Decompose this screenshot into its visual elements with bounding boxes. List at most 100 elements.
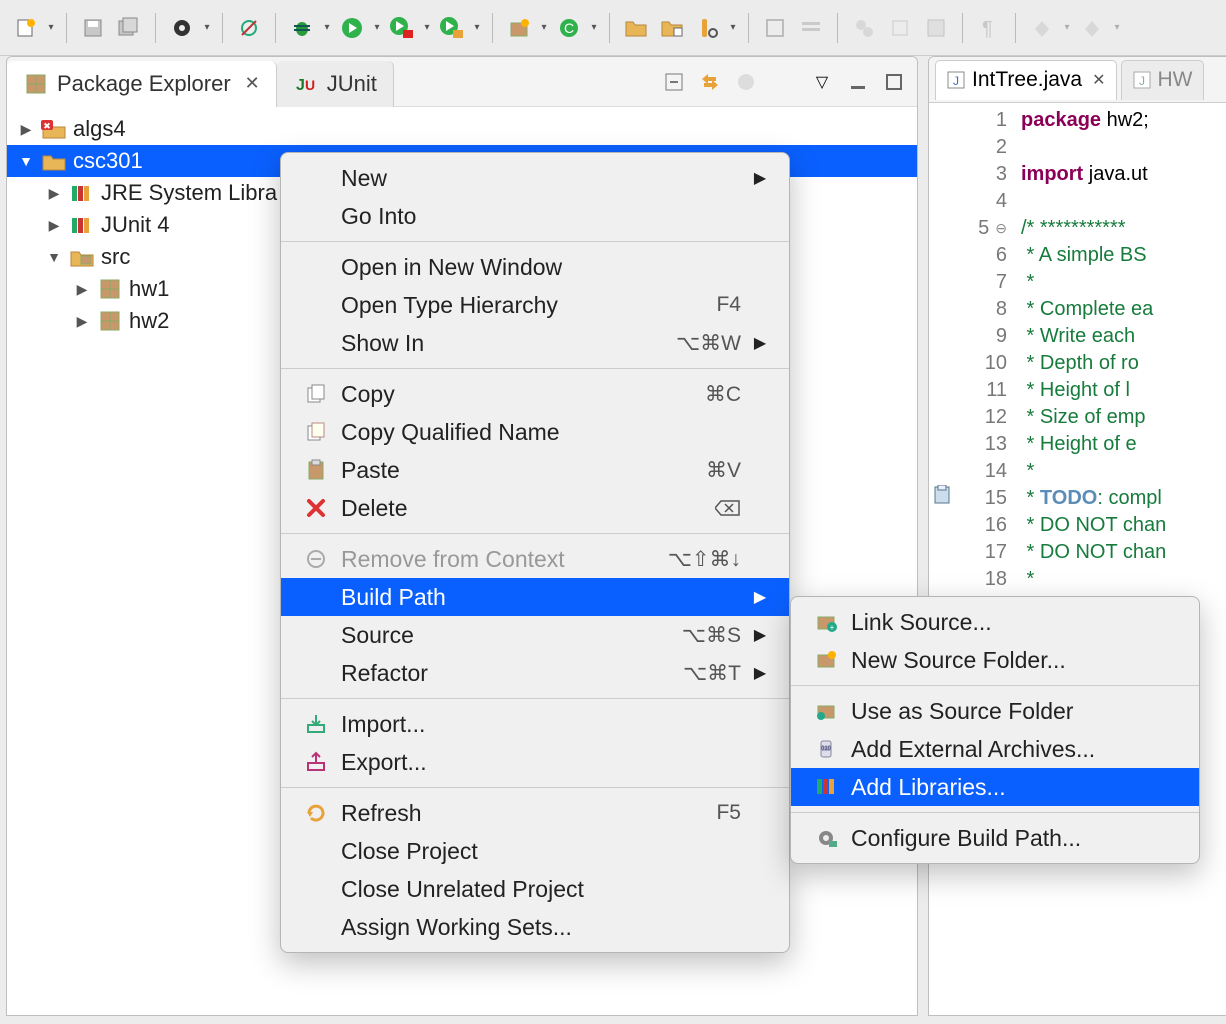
shortcut-label: F5	[716, 801, 741, 825]
menu-item-close-unrelated-project[interactable]: Close Unrelated Project	[281, 870, 789, 908]
export-icon	[303, 751, 329, 773]
coverage-icon[interactable]	[386, 12, 418, 44]
tree-project-algs4[interactable]: ▶ ✖ algs4	[7, 113, 917, 145]
run-icon[interactable]	[336, 12, 368, 44]
menu-item-open-type-hierarchy[interactable]: Open Type HierarchyF4	[281, 286, 789, 324]
menu-item-open-in-new-window[interactable]: Open in New Window	[281, 248, 789, 286]
dropdown-icon[interactable]: ▾	[46, 22, 56, 33]
chevron-down-icon: ▼	[45, 249, 63, 265]
prev-annotation-icon[interactable]	[1076, 12, 1108, 44]
dialog-icon[interactable]	[920, 12, 952, 44]
code-area[interactable]: package hw2; import java.ut /* *********…	[1015, 103, 1166, 674]
menu-label: Go Into	[341, 203, 741, 230]
menu-item-assign-working-sets[interactable]: Assign Working Sets...	[281, 908, 789, 946]
new-package-icon[interactable]	[503, 12, 535, 44]
menu-item-source[interactable]: Source⌥⌘S▶	[281, 616, 789, 654]
maximize-icon[interactable]	[881, 69, 907, 95]
menu-item-add-external-archives[interactable]: 010Add External Archives...	[791, 730, 1199, 768]
tab-label: JUnit	[327, 71, 377, 97]
minimize-icon[interactable]	[845, 69, 871, 95]
new-icon[interactable]	[10, 12, 42, 44]
view-tabbar: Package Explorer ✕ JU JUnit ▽	[7, 57, 917, 107]
package-icon	[97, 311, 123, 331]
menu-item-add-libraries[interactable]: Add Libraries...	[791, 768, 1199, 806]
search-icon[interactable]	[692, 12, 724, 44]
dropdown-icon[interactable]: ▾	[728, 22, 738, 33]
menu-item-build-path[interactable]: Build Path▶	[281, 578, 789, 616]
menu-item-go-into[interactable]: Go Into	[281, 197, 789, 235]
show-whitespace-icon[interactable]	[884, 12, 916, 44]
menu-divider	[791, 812, 1199, 813]
copy-q-icon	[303, 421, 329, 443]
skip-breakpoints-icon[interactable]	[233, 12, 265, 44]
menu-item-configure-build-path[interactable]: Configure Build Path...	[791, 819, 1199, 857]
menu-item-delete[interactable]: Delete	[281, 489, 789, 527]
menu-item-new[interactable]: New▶	[281, 159, 789, 197]
menu-item-refactor[interactable]: Refactor⌥⌘T▶	[281, 654, 789, 692]
menu-item-paste[interactable]: Paste⌘V	[281, 451, 789, 489]
dropdown-icon[interactable]: ▾	[539, 22, 549, 33]
toggle-word-wrap-icon[interactable]	[759, 12, 791, 44]
library-icon	[813, 776, 839, 798]
menu-item-new-source-folder[interactable]: New Source Folder...	[791, 641, 1199, 679]
chevron-right-icon: ▶	[73, 281, 91, 298]
toolbar-divider	[962, 13, 963, 43]
menu-label: Import...	[341, 711, 741, 738]
dropdown-icon[interactable]: ▾	[472, 22, 482, 33]
dropdown-icon[interactable]: ▾	[589, 22, 599, 33]
menu-item-copy-qualified-name[interactable]: Copy Qualified Name	[281, 413, 789, 451]
menu-label: Use as Source Folder	[851, 698, 1151, 725]
debug-icon[interactable]	[286, 12, 318, 44]
next-annotation-icon[interactable]	[1026, 12, 1058, 44]
tree-label: src	[101, 244, 130, 270]
import-icon	[303, 713, 329, 735]
dropdown-icon[interactable]: ▾	[372, 22, 382, 33]
menu-item-export[interactable]: Export...	[281, 743, 789, 781]
tab-junit[interactable]: JU JUnit	[277, 61, 394, 107]
toggle-block-selection-icon[interactable]	[795, 12, 827, 44]
menu-item-link-source[interactable]: +Link Source...	[791, 603, 1199, 641]
chevron-right-icon: ▶	[753, 625, 767, 645]
chevron-right-icon: ▶	[753, 333, 767, 353]
toggle-mark-occurrences-icon[interactable]	[848, 12, 880, 44]
svg-text:J: J	[296, 77, 305, 94]
shortcut-label: ⌥⌘S	[682, 623, 741, 648]
remove-icon	[303, 548, 329, 570]
editor-body[interactable]: 12345⊖67891011121314151617183132⊖33 pack…	[929, 103, 1226, 674]
menu-item-use-as-source-folder[interactable]: Use as Source Folder	[791, 692, 1199, 730]
chevron-right-icon: ▶	[45, 217, 63, 234]
view-menu-icon[interactable]: ▽	[809, 69, 835, 95]
dropdown-icon[interactable]: ▾	[202, 22, 212, 33]
menu-item-refresh[interactable]: RefreshF5	[281, 794, 789, 832]
menu-divider	[281, 698, 789, 699]
save-icon[interactable]	[77, 12, 109, 44]
new-class-icon[interactable]: C	[553, 12, 585, 44]
open-folder-icon[interactable]	[620, 12, 652, 44]
dropdown-icon[interactable]: ▾	[422, 22, 432, 33]
menu-item-show-in[interactable]: Show In⌥⌘W▶	[281, 324, 789, 362]
link-editor-icon[interactable]	[697, 69, 723, 95]
editor-tab-active[interactable]: J IntTree.java ✕	[935, 60, 1117, 100]
menu-item-copy[interactable]: Copy⌘C	[281, 375, 789, 413]
dropdown-icon[interactable]: ▾	[1112, 22, 1122, 33]
menu-label: Configure Build Path...	[851, 825, 1151, 852]
tree-label: algs4	[73, 116, 126, 142]
collapse-all-icon[interactable]	[661, 69, 687, 95]
menu-item-close-project[interactable]: Close Project	[281, 832, 789, 870]
editor-tab-inactive[interactable]: J HW	[1121, 60, 1204, 100]
editor-tab-label: HW	[1158, 68, 1193, 92]
close-icon[interactable]: ✕	[245, 73, 260, 94]
toolbar-divider	[492, 13, 493, 43]
open-type-icon[interactable]	[656, 12, 688, 44]
dropdown-icon[interactable]: ▾	[1062, 22, 1072, 33]
focus-task-icon[interactable]	[733, 69, 759, 95]
close-icon[interactable]: ✕	[1092, 70, 1105, 90]
link-icon: +	[813, 611, 839, 633]
perspective-icon[interactable]	[166, 12, 198, 44]
tab-package-explorer[interactable]: Package Explorer ✕	[7, 61, 277, 107]
menu-item-import[interactable]: Import...	[281, 705, 789, 743]
newfolder-icon	[813, 649, 839, 671]
save-all-icon[interactable]	[113, 12, 145, 44]
dropdown-icon[interactable]: ▾	[322, 22, 332, 33]
run-last-icon[interactable]	[436, 12, 468, 44]
